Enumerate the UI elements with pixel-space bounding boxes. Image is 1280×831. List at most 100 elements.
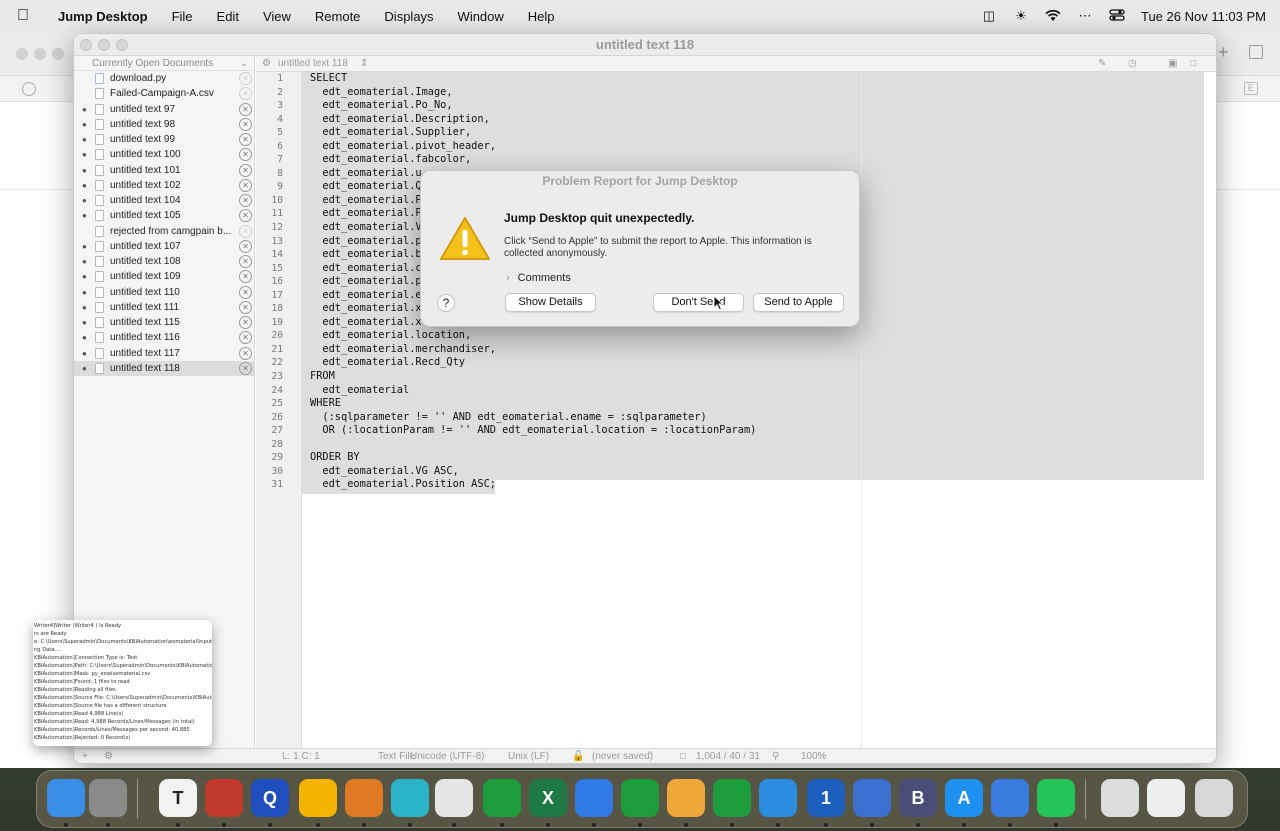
sidebar-document-item[interactable]: ● untitled text 99 ✕ [74, 132, 254, 147]
code-line[interactable]: ORDER BY [310, 451, 756, 465]
close-document-icon[interactable]: ✕ [239, 72, 252, 85]
close-document-icon[interactable]: ✕ [239, 346, 252, 360]
gear-icon[interactable]: ⚙ [262, 56, 271, 72]
code-line[interactable]: edt_eomaterial.fabcolor, [310, 153, 756, 167]
brightness-icon[interactable]: ☀ [1013, 9, 1029, 23]
bg-toolbar-icon[interactable] [22, 82, 36, 96]
bg-minimize-button[interactable] [34, 48, 46, 60]
dont-send-button[interactable]: Don't Send [653, 293, 744, 312]
sidebar-document-item[interactable]: ● untitled text 107 ✕ [74, 239, 254, 254]
code-line[interactable]: edt_eomaterial.merchandiser, [310, 343, 756, 357]
control-center-icon[interactable] [1109, 9, 1125, 23]
document-stats[interactable]: 1,004 / 40 / 31 [696, 749, 760, 763]
code-line[interactable]: edt_eomaterial.VG ASC, [310, 465, 756, 479]
close-document-icon[interactable]: ✕ [239, 209, 252, 223]
downloads-stack-icon[interactable] [1101, 779, 1139, 817]
close-document-icon[interactable]: ✕ [239, 87, 252, 101]
chrome-icon[interactable] [435, 779, 473, 817]
bbedit-icon[interactable]: B [899, 779, 937, 817]
zoom-level[interactable]: 100% [801, 749, 827, 763]
new-tab-icon[interactable]: + [1218, 42, 1229, 63]
close-document-icon[interactable]: ✕ [239, 102, 252, 116]
close-document-icon[interactable]: ✕ [239, 178, 252, 192]
close-document-icon[interactable]: ✕ [239, 270, 252, 284]
comments-disclosure[interactable]: › Comments [506, 272, 571, 284]
code-line[interactable] [310, 438, 756, 452]
sidebar-document-item[interactable]: ● untitled text 116 ✕ [74, 330, 254, 345]
document-icon[interactable]: □ [1190, 56, 1196, 72]
code-line[interactable]: edt_eomaterial.Po_No, [310, 99, 756, 113]
close-document-icon[interactable]: ✕ [239, 133, 252, 146]
nav-file-menu[interactable]: untitled text 118 [278, 56, 348, 72]
code-line[interactable]: edt_eomaterial.location, [310, 329, 756, 343]
sidebar-document-item[interactable]: Failed-Campaign-A.csv ✕ [74, 86, 254, 101]
close-button[interactable] [80, 39, 92, 51]
sidebar-document-item[interactable]: ● untitled text 97 ✕ [74, 102, 254, 117]
sidebar-document-item[interactable]: ● untitled text 100 ✕ [74, 147, 254, 162]
sidebar-document-item[interactable]: ● untitled text 118 ✕ [74, 360, 254, 376]
toolbox-icon[interactable] [205, 779, 243, 817]
whatsapp-icon[interactable] [1037, 779, 1075, 817]
sidebar-document-item[interactable]: ● untitled text 111 ✕ [74, 300, 254, 315]
sidebar-document-item[interactable]: ● untitled text 102 ✕ [74, 178, 254, 193]
code-line[interactable]: edt_eomaterial.Description, [310, 113, 756, 127]
code-line[interactable]: (:sqlparameter != '' AND edt_eomaterial.… [310, 411, 756, 425]
jump-status-icon[interactable]: ◫ [981, 9, 997, 23]
pen-icon[interactable]: ✎ [1098, 56, 1106, 72]
lock-icon[interactable]: 🔓 [572, 749, 584, 763]
readkit-icon[interactable] [991, 779, 1029, 817]
code-line[interactable]: SELECT [310, 72, 756, 86]
help-button[interactable]: ? [437, 294, 455, 312]
sidebar-document-item[interactable]: rejected from camgpain b... ✕ [74, 224, 254, 239]
add-icon[interactable]: + [82, 749, 88, 763]
close-document-icon[interactable]: ✕ [239, 361, 252, 375]
paw-icon[interactable] [667, 779, 705, 817]
more-icon[interactable]: ⋯ [1077, 9, 1093, 23]
close-document-icon[interactable]: ✕ [239, 255, 252, 268]
menu-view[interactable]: View [251, 9, 303, 24]
code-line[interactable]: OR (:locationParam != '' AND edt_eomater… [310, 424, 756, 438]
history-icon[interactable]: ◷ [1128, 56, 1137, 72]
sidebar-document-item[interactable]: ● untitled text 104 ✕ [74, 193, 254, 208]
minimize-button[interactable] [98, 39, 110, 51]
network-icon[interactable] [391, 779, 429, 817]
close-document-icon[interactable]: ✕ [239, 224, 252, 238]
show-details-button[interactable]: Show Details [505, 293, 596, 312]
sidebar-document-item[interactable]: ● untitled text 110 ✕ [74, 285, 254, 300]
kingswaysoft-1-icon[interactable] [483, 779, 521, 817]
sidebar-document-item[interactable]: ● untitled text 109 ✕ [74, 269, 254, 284]
close-document-icon[interactable]: ✕ [239, 194, 252, 207]
sidebar-header[interactable]: Currently Open Documents ⌄ [74, 56, 254, 71]
split-icon[interactable]: ▣ [1168, 56, 1177, 72]
wifi-icon[interactable] [1045, 9, 1061, 23]
cursor-position[interactable]: L: 1 C: 1 [282, 749, 320, 763]
zoom-button[interactable] [116, 39, 128, 51]
system-settings-icon[interactable] [89, 779, 127, 817]
menu-remote[interactable]: Remote [303, 9, 373, 24]
app-store-icon[interactable]: A [945, 779, 983, 817]
code-line[interactable]: edt_eomaterial.pivot_header, [310, 140, 756, 154]
menu-window[interactable]: Window [446, 9, 516, 24]
bg-close-button[interactable] [16, 48, 28, 60]
window-preview-thumbnail[interactable]: Writer4]Writer (Writer4 ) Is Ready rs are… [33, 620, 212, 746]
menu-help[interactable]: Help [516, 9, 567, 24]
excel-icon[interactable]: X [529, 779, 567, 817]
menu-clock[interactable]: Tue 26 Nov 11:03 PM [1141, 9, 1266, 24]
code-line[interactable]: FROM [310, 370, 756, 384]
send-to-apple-button[interactable]: Send to Apple [753, 293, 844, 312]
apple-menu-icon[interactable]:  [0, 7, 46, 25]
sidebar-document-item[interactable]: ● untitled text 108 ✕ [74, 254, 254, 269]
code-line[interactable]: edt_eomaterial.Recd_Qty [310, 356, 756, 370]
close-document-icon[interactable]: ✕ [239, 163, 252, 177]
close-document-icon[interactable]: ✕ [239, 285, 252, 299]
sidebar-document-item[interactable]: ● untitled text 101 ✕ [74, 163, 254, 178]
sidebar-document-item[interactable]: ● untitled text 105 ✕ [74, 208, 254, 223]
onepassword-icon[interactable]: 1 [807, 779, 845, 817]
menu-file[interactable]: File [160, 9, 205, 24]
close-document-icon[interactable]: ✕ [239, 117, 252, 131]
close-document-icon[interactable]: ✕ [239, 239, 252, 253]
line-endings[interactable]: Unix (LF) [508, 749, 549, 763]
menu-app-name[interactable]: Jump Desktop [46, 9, 160, 24]
close-document-icon[interactable]: ✕ [239, 331, 252, 345]
bg-extension-icon[interactable]: E [1244, 82, 1258, 95]
